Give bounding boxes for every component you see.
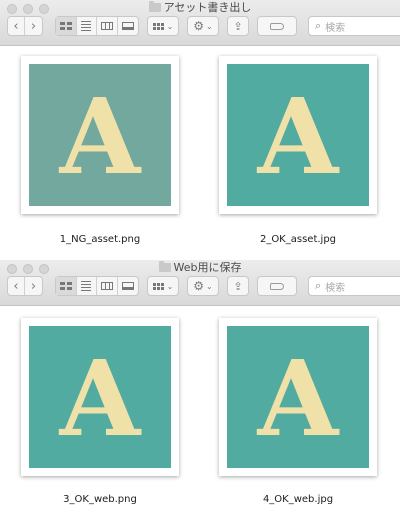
share-icon: ⇪ bbox=[233, 279, 243, 293]
back-button[interactable]: ‹ bbox=[8, 277, 25, 295]
list-icon bbox=[81, 281, 92, 291]
gallery-icon bbox=[121, 282, 134, 290]
search-icon: ⌕ bbox=[315, 279, 322, 292]
nav-buttons: ‹ › bbox=[7, 16, 43, 36]
search-placeholder: 検索 bbox=[325, 282, 346, 294]
view-mode-buttons bbox=[55, 276, 139, 296]
thumbnail-image: A bbox=[227, 326, 369, 468]
thumbnail-image: A bbox=[29, 64, 171, 206]
finder-window-save-for-web: Web用に保存 ‹ › ⌄ ⚙ ⌄ ⇪ ⌕ 検索 A 3_OK_web.png … bbox=[0, 260, 400, 520]
file-thumbnail[interactable]: A bbox=[219, 318, 377, 476]
tag-icon bbox=[270, 282, 284, 290]
nav-buttons: ‹ › bbox=[7, 276, 43, 296]
file-name[interactable]: 3_OK_web.png bbox=[15, 494, 185, 505]
letter-glyph: A bbox=[59, 337, 141, 460]
chevron-down-icon: ⌄ bbox=[166, 281, 174, 291]
share-button[interactable]: ⇪ bbox=[227, 276, 249, 296]
letter-glyph: A bbox=[59, 75, 141, 198]
finder-window-asset-export: アセット書き出し ‹ › ⌄ ⚙ ⌄ ⇪ ⌕ 検索 A 1_NG_asset.p… bbox=[0, 0, 400, 260]
folder-icon bbox=[158, 261, 171, 272]
file-name[interactable]: 1_NG_asset.png bbox=[15, 234, 185, 245]
file-thumbnail[interactable]: A bbox=[21, 56, 179, 214]
file-thumbnail[interactable]: A bbox=[219, 56, 377, 214]
gallery-view-button[interactable] bbox=[118, 17, 138, 35]
titlebar: アセット書き出し ‹ › ⌄ ⚙ ⌄ ⇪ ⌕ 検索 bbox=[0, 0, 400, 46]
list-view-button[interactable] bbox=[77, 277, 97, 295]
arrange-grid-icon bbox=[152, 282, 164, 290]
gallery-view-button[interactable] bbox=[118, 277, 138, 295]
titlebar: Web用に保存 ‹ › ⌄ ⚙ ⌄ ⇪ ⌕ 検索 bbox=[0, 260, 400, 306]
tags-button[interactable] bbox=[257, 276, 297, 296]
icon-grid-icon bbox=[59, 22, 72, 30]
window-title: Web用に保存 bbox=[0, 261, 400, 275]
list-view-button[interactable] bbox=[77, 17, 97, 35]
window-title: アセット書き出し bbox=[0, 1, 400, 15]
chevron-left-icon: ‹ bbox=[13, 18, 19, 34]
forward-button[interactable]: › bbox=[25, 277, 42, 295]
search-field[interactable]: ⌕ 検索 bbox=[308, 276, 400, 296]
toolbar: ‹ › ⌄ ⚙ ⌄ ⇪ ⌕ 検索 bbox=[0, 16, 400, 38]
letter-glyph: A bbox=[257, 75, 339, 198]
thumbnail-image: A bbox=[29, 326, 171, 468]
arrange-grid-icon bbox=[152, 22, 164, 30]
thumbnail-image: A bbox=[227, 64, 369, 206]
list-icon bbox=[81, 21, 92, 31]
action-menu-button[interactable]: ⚙ ⌄ bbox=[187, 276, 219, 296]
arrange-menu-button[interactable]: ⌄ bbox=[147, 16, 179, 36]
share-icon: ⇪ bbox=[233, 19, 243, 33]
chevron-down-icon: ⌄ bbox=[166, 21, 174, 31]
chevron-right-icon: › bbox=[30, 278, 37, 294]
chevron-down-icon: ⌄ bbox=[206, 281, 213, 291]
chevron-left-icon: ‹ bbox=[13, 278, 19, 294]
icon-grid-icon bbox=[59, 282, 72, 290]
file-thumbnail[interactable]: A bbox=[21, 318, 179, 476]
icon-view-button[interactable] bbox=[56, 17, 77, 35]
columns-icon bbox=[100, 22, 113, 30]
search-field[interactable]: ⌕ 検索 bbox=[308, 16, 400, 36]
column-view-button[interactable] bbox=[97, 277, 118, 295]
action-menu-button[interactable]: ⚙ ⌄ bbox=[187, 16, 219, 36]
letter-glyph: A bbox=[257, 337, 339, 460]
tags-button[interactable] bbox=[257, 16, 297, 36]
icon-view-button[interactable] bbox=[56, 277, 77, 295]
toolbar: ‹ › ⌄ ⚙ ⌄ ⇪ ⌕ 検索 bbox=[0, 276, 400, 298]
column-view-button[interactable] bbox=[97, 17, 118, 35]
chevron-right-icon: › bbox=[30, 18, 37, 34]
gear-icon: ⚙ bbox=[193, 19, 205, 33]
tag-icon bbox=[270, 22, 284, 30]
gear-icon: ⚙ bbox=[193, 279, 205, 293]
file-name[interactable]: 4_OK_web.jpg bbox=[213, 494, 383, 505]
file-name[interactable]: 2_OK_asset.jpg bbox=[213, 234, 383, 245]
search-placeholder: 検索 bbox=[325, 22, 346, 34]
forward-button[interactable]: › bbox=[25, 17, 42, 35]
gallery-icon bbox=[121, 22, 134, 30]
chevron-down-icon: ⌄ bbox=[206, 21, 213, 31]
folder-icon bbox=[148, 1, 161, 12]
arrange-menu-button[interactable]: ⌄ bbox=[147, 276, 179, 296]
share-button[interactable]: ⇪ bbox=[227, 16, 249, 36]
back-button[interactable]: ‹ bbox=[8, 17, 25, 35]
view-mode-buttons bbox=[55, 16, 139, 36]
search-icon: ⌕ bbox=[315, 19, 322, 32]
columns-icon bbox=[100, 282, 113, 290]
